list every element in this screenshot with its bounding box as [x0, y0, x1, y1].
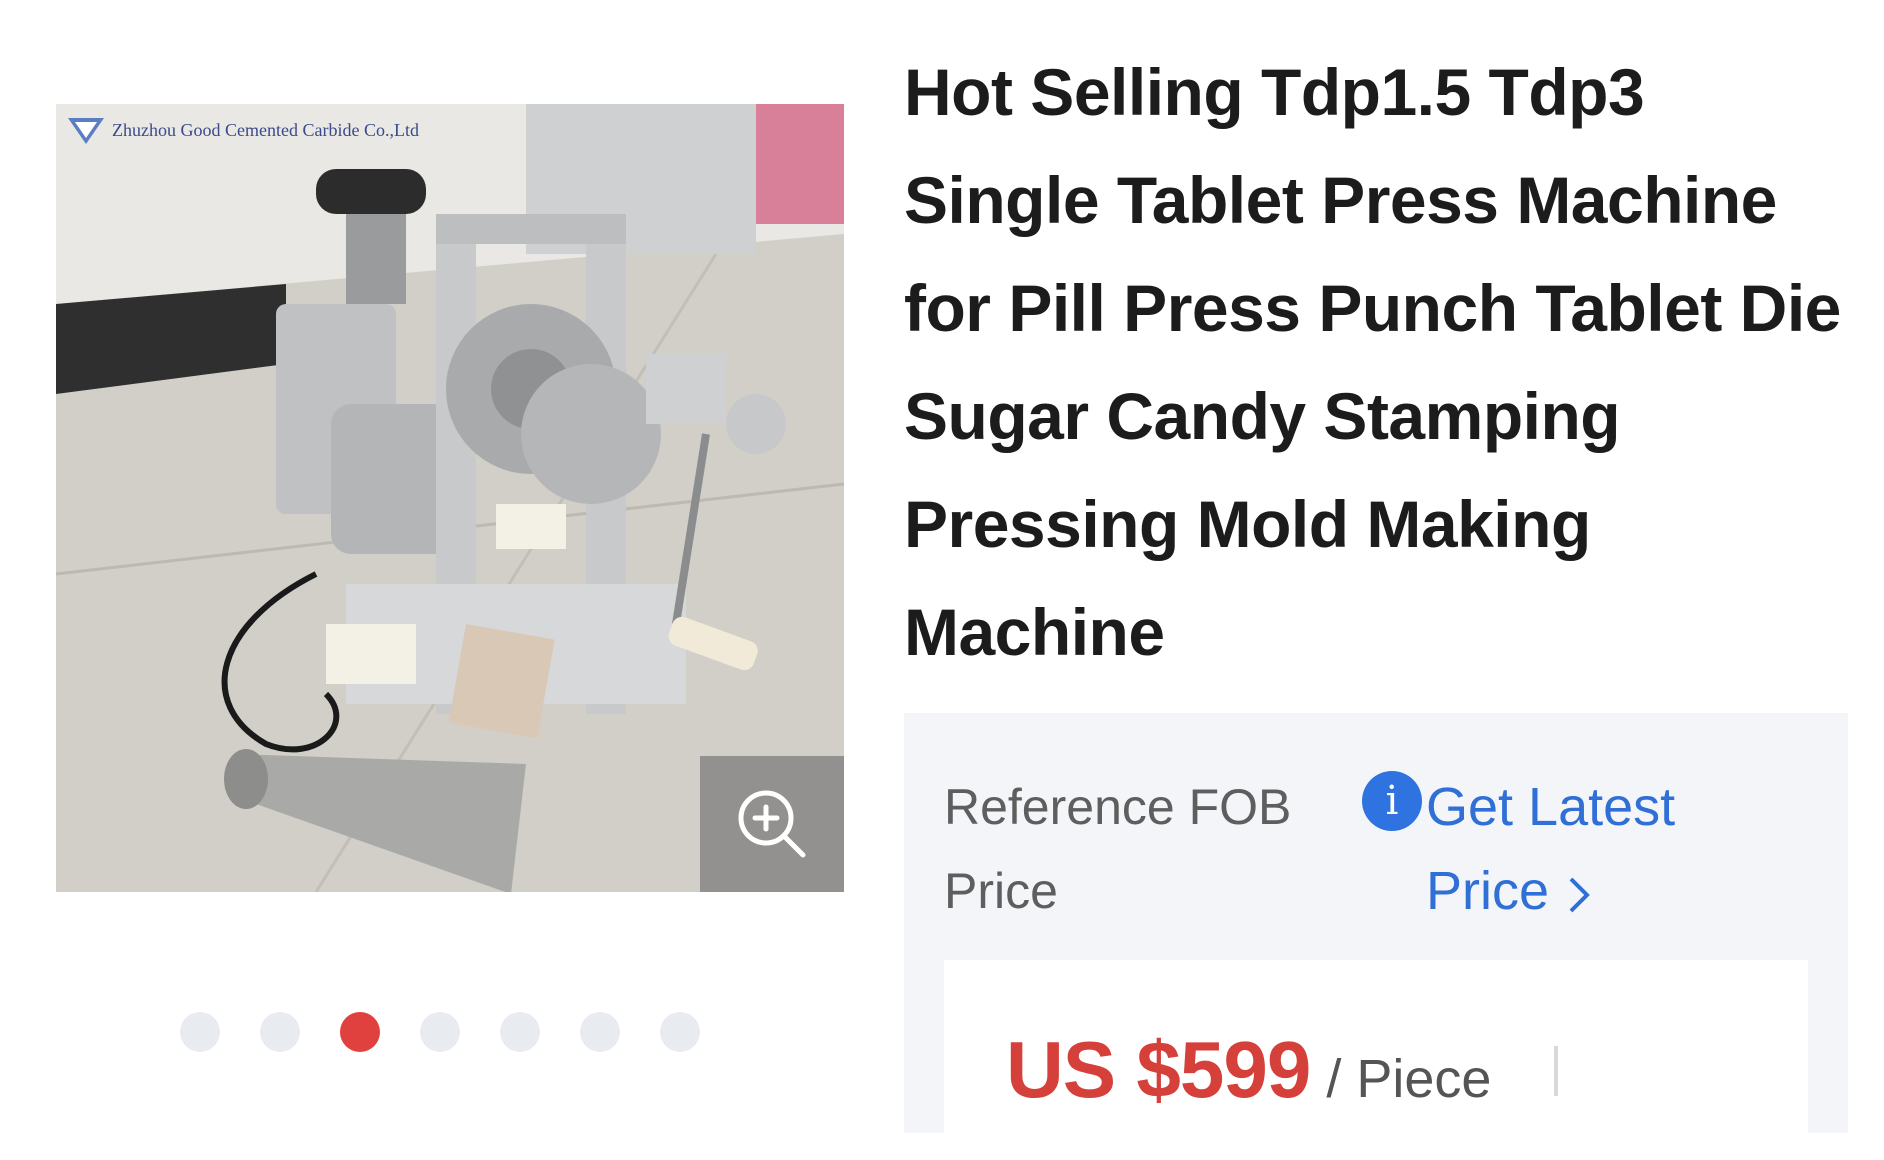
info-icon[interactable]: i [1362, 771, 1422, 831]
get-latest-price-label: Get Latest Price [1426, 777, 1676, 921]
carousel-dot[interactable] [580, 1012, 620, 1052]
carousel-dot[interactable] [260, 1012, 300, 1052]
company-logo-icon [68, 118, 104, 144]
product-image-gallery[interactable]: Zhuzhou Good Cemented Carbide Co.,Ltd [56, 104, 844, 892]
carousel-dot[interactable] [180, 1012, 220, 1052]
get-latest-price-link[interactable]: Get Latest Price [1426, 765, 1726, 933]
carousel-dot[interactable] [660, 1012, 700, 1052]
reference-fob-price-label: Reference FOB Price [944, 779, 1292, 919]
chevron-right-icon [1569, 877, 1590, 913]
carousel-dot[interactable] [420, 1012, 460, 1052]
product-title: Hot Selling Tdp1.5 Tdp3 Single Tablet Pr… [904, 55, 1841, 669]
price-value: US $599 [1006, 1025, 1311, 1114]
price-row: US $599 / Piece [1006, 1024, 1491, 1116]
carousel-pagination [180, 1012, 700, 1052]
price-unit: / Piece [1326, 1049, 1492, 1109]
price-panel: Reference FOB Price i Get Latest Price U… [904, 713, 1848, 1160]
zoom-in-icon [738, 790, 806, 858]
price-card: US $599 / Piece [944, 960, 1808, 1160]
watermark-text: Zhuzhou Good Cemented Carbide Co.,Ltd [112, 119, 419, 140]
carousel-dot[interactable] [500, 1012, 540, 1052]
watermark: Zhuzhou Good Cemented Carbide Co.,Ltd [66, 114, 419, 146]
zoom-button[interactable] [700, 756, 844, 892]
carousel-dot-active[interactable] [340, 1012, 380, 1052]
divider [1554, 1046, 1558, 1096]
